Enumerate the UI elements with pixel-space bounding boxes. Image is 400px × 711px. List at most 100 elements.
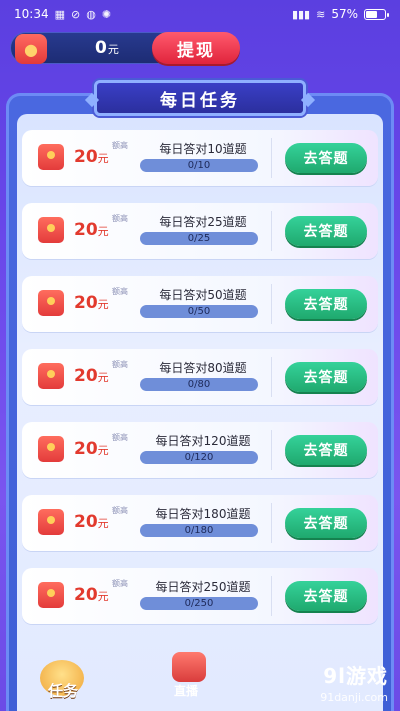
task-divider <box>271 430 272 470</box>
red-envelope-icon <box>38 144 64 170</box>
task-title: 每日答对120道题 <box>155 434 251 448</box>
task-tag: 额高 <box>112 360 128 369</box>
task-progress-bar: 0/80 <box>140 378 258 391</box>
nav-task[interactable]: 任务 <box>34 660 102 706</box>
task-title: 每日答对250道题 <box>155 580 251 594</box>
red-envelope-icon <box>38 290 64 316</box>
task-reward-value: 20 <box>74 293 98 313</box>
task-tag: 额高 <box>112 214 128 223</box>
balance-bar: ● 0元 提现 <box>10 32 240 66</box>
task-tag: 额高 <box>112 506 128 515</box>
task-tag: 额高 <box>112 287 128 296</box>
task-reward-unit: 元 <box>97 590 109 603</box>
red-envelope-icon <box>38 217 64 243</box>
task-reward-unit: 元 <box>97 517 109 530</box>
signal-icon: ▮▮▮ <box>291 7 311 21</box>
task-row: 20元 额高 每日答对120道题 0/120 去答题 <box>22 422 378 478</box>
task-title: 每日答对80道题 <box>159 361 247 375</box>
task-reward-unit: 元 <box>97 371 109 384</box>
task-progress-bar: 0/50 <box>140 305 258 318</box>
sim-icon: ▦ <box>54 7 65 21</box>
task-progress-text: 0/180 <box>184 525 214 536</box>
task-row: 20元 额高 每日答对50道题 0/50 去答题 <box>22 276 378 332</box>
task-reward: 20元 <box>74 512 109 532</box>
status-time: 10:34 <box>14 7 49 21</box>
red-envelope-icon <box>38 582 64 608</box>
task-progress-text: 0/120 <box>184 452 214 463</box>
task-progress-bar: 0/10 <box>140 159 258 172</box>
task-progress-bar: 0/25 <box>140 232 258 245</box>
task-title: 每日答对10道题 <box>159 142 247 156</box>
status-left: 10:34 ▦ ⊘ ◍ ✺ <box>14 7 111 21</box>
task-progress-bar: 0/180 <box>140 524 258 537</box>
task-progress-bar: 0/250 <box>140 597 258 610</box>
go-answer-button[interactable]: 去答题 <box>285 508 367 538</box>
task-divider <box>271 211 272 251</box>
task-reward-value: 20 <box>74 366 98 386</box>
task-tag: 额高 <box>112 433 128 442</box>
balance-amount: 0元 <box>95 38 119 58</box>
go-answer-button[interactable]: 去答题 <box>285 289 367 319</box>
task-progress-text: 0/10 <box>187 160 211 171</box>
section-title: 每日任务 <box>94 80 306 116</box>
task-row: 20元 额高 每日答对80道题 0/80 去答题 <box>22 349 378 405</box>
task-title: 每日答对25道题 <box>159 215 247 229</box>
task-reward: 20元 <box>74 439 109 459</box>
task-reward-unit: 元 <box>97 225 109 238</box>
task-title: 每日答对180道题 <box>155 507 251 521</box>
task-reward-unit: 元 <box>97 152 109 165</box>
red-envelope-icon: ● <box>15 34 47 64</box>
task-divider <box>271 357 272 397</box>
chat-icon: ◍ <box>86 7 96 21</box>
task-reward-value: 20 <box>74 439 98 459</box>
go-answer-button[interactable]: 去答题 <box>285 581 367 611</box>
task-reward-unit: 元 <box>97 298 109 311</box>
task-title: 每日答对50道题 <box>159 288 247 302</box>
red-envelope-icon <box>38 436 64 462</box>
nav-task-label: 任务 <box>48 682 79 700</box>
nav-answer[interactable]: 直播 <box>166 652 212 702</box>
task-progress-text: 0/50 <box>187 306 211 317</box>
task-reward: 20元 <box>74 147 109 167</box>
balance-value: 0 <box>95 38 107 58</box>
status-bar: 10:34 ▦ ⊘ ◍ ✺ ▮▮▮ ≋ 57% <box>0 0 400 28</box>
task-divider <box>271 138 272 178</box>
go-answer-button[interactable]: 去答题 <box>285 435 367 465</box>
task-reward-value: 20 <box>74 147 98 167</box>
task-reward-value: 20 <box>74 220 98 240</box>
go-answer-button[interactable]: 去答题 <box>285 362 367 392</box>
task-reward: 20元 <box>74 220 109 240</box>
watermark-brand: 9l游戏 <box>323 664 388 688</box>
task-tag: 额高 <box>112 579 128 588</box>
task-divider <box>271 284 272 324</box>
balance-unit: 元 <box>107 43 119 56</box>
task-tag: 额高 <box>112 141 128 150</box>
wifi-icon: ≋ <box>316 7 326 21</box>
red-envelope-icon <box>38 363 64 389</box>
withdraw-button[interactable]: 提现 <box>152 32 240 64</box>
task-row: 20元 额高 每日答对10道题 0/10 去答题 <box>22 130 378 186</box>
link-icon: ⊘ <box>71 7 81 21</box>
battery-percent: 57% <box>331 7 358 21</box>
task-reward-value: 20 <box>74 512 98 532</box>
task-row: 20元 额高 每日答对180道题 0/180 去答题 <box>22 495 378 551</box>
go-answer-button[interactable]: 去答题 <box>285 143 367 173</box>
watermark: 9l游戏 91danji.com <box>268 660 388 708</box>
watermark-site: 91danji.com <box>320 691 388 704</box>
task-progress-text: 0/250 <box>184 598 214 609</box>
task-reward: 20元 <box>74 366 109 386</box>
red-envelope-icon <box>38 509 64 535</box>
task-divider <box>271 576 272 616</box>
go-answer-button[interactable]: 去答题 <box>285 216 367 246</box>
task-reward: 20元 <box>74 585 109 605</box>
task-progress-bar: 0/120 <box>140 451 258 464</box>
task-reward-value: 20 <box>74 585 98 605</box>
task-row: 20元 额高 每日答对25道题 0/25 去答题 <box>22 203 378 259</box>
gift-box-icon <box>172 652 206 682</box>
task-reward-unit: 元 <box>97 444 109 457</box>
nav-answer-label: 直播 <box>174 684 199 698</box>
task-progress-text: 0/80 <box>187 379 211 390</box>
status-right: ▮▮▮ ≋ 57% <box>291 7 389 21</box>
task-reward: 20元 <box>74 293 109 313</box>
task-divider <box>271 503 272 543</box>
